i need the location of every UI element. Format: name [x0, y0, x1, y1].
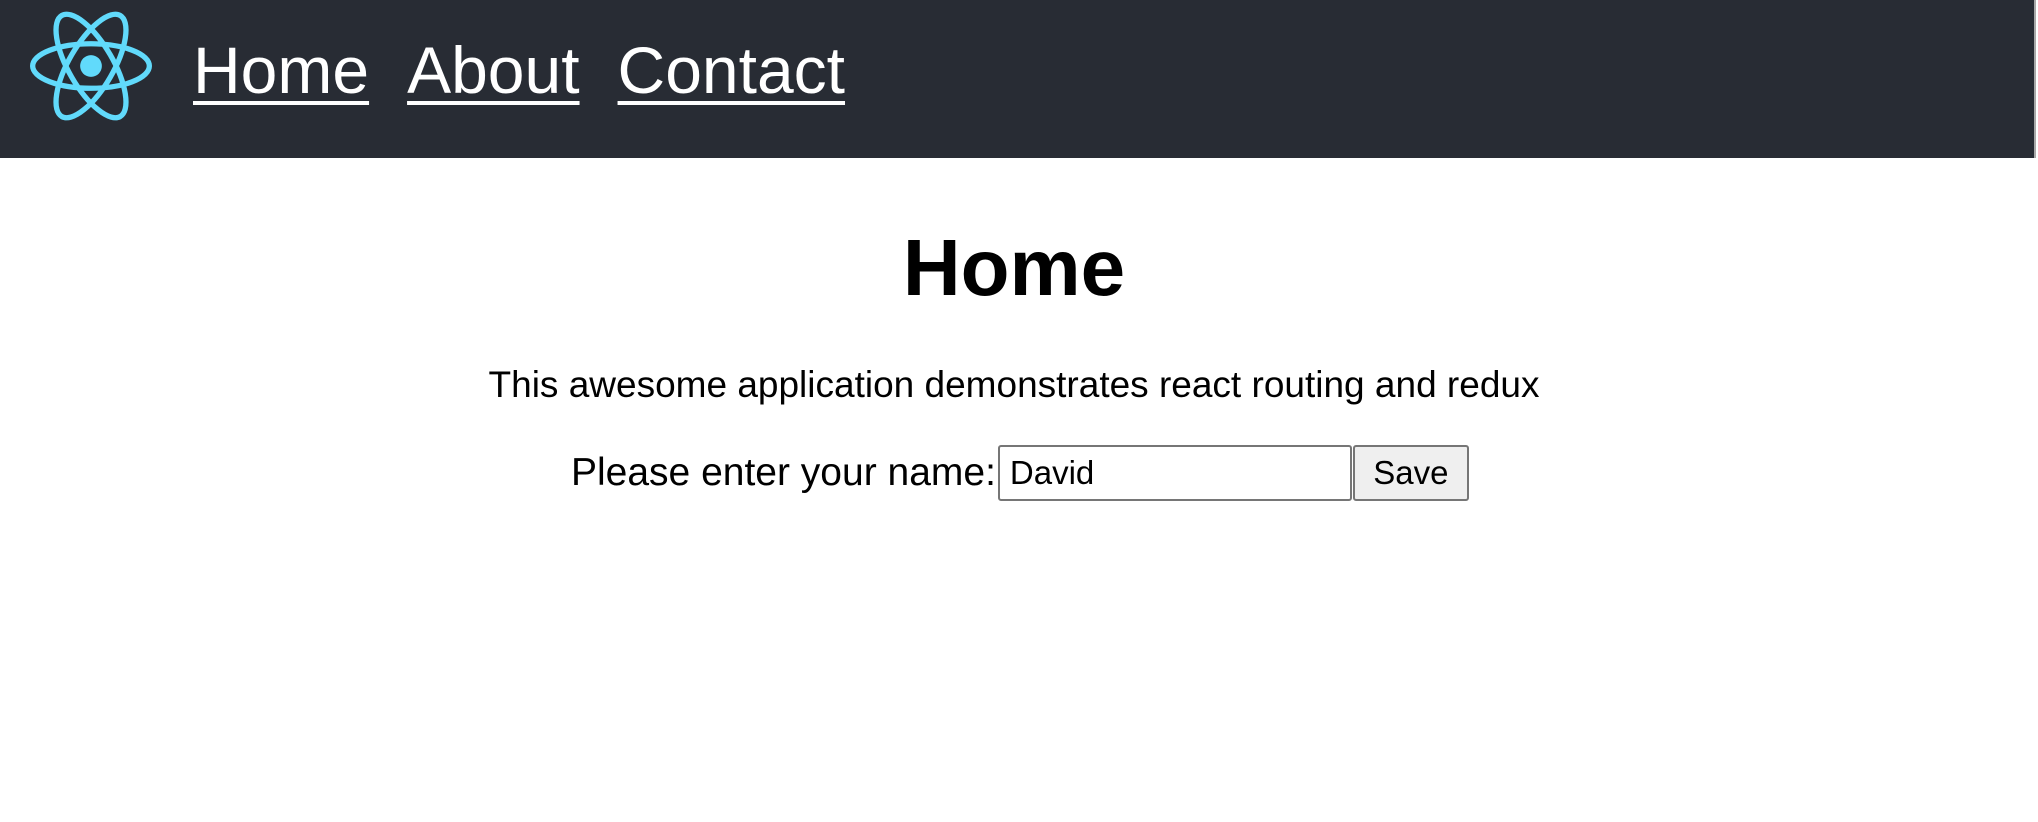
- app-header: Home About Contact: [0, 0, 2034, 158]
- main-nav: Home About Contact: [193, 30, 845, 110]
- name-label: Please enter your name:: [571, 451, 996, 494]
- nav-link-contact[interactable]: Contact: [618, 30, 845, 110]
- page-title: Home: [902, 223, 1126, 312]
- name-form: Please enter your name: Save: [571, 445, 1469, 501]
- nav-link-about[interactable]: About: [407, 30, 579, 110]
- window-edge: [2034, 0, 2036, 158]
- intro-text: This awesome application demonstrates re…: [488, 364, 1540, 405]
- save-button[interactable]: Save: [1352, 445, 1469, 501]
- react-logo-icon[interactable]: [30, 8, 152, 124]
- nav-link-home[interactable]: Home: [193, 30, 369, 110]
- name-input[interactable]: [997, 445, 1352, 501]
